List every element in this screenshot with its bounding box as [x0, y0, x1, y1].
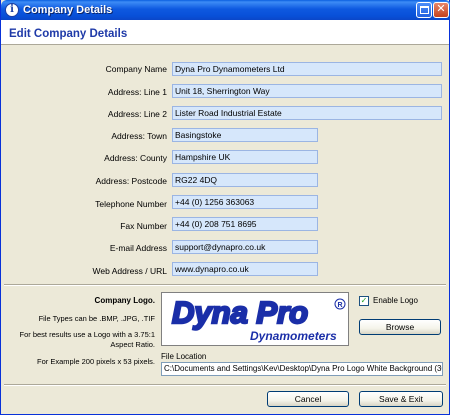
- address-postcode-label: Address: Postcode: [95, 176, 167, 186]
- web-address-field[interactable]: www.dynapro.co.uk: [172, 262, 318, 276]
- web-address-label: Web Address / URL: [92, 266, 168, 276]
- address-line1-field[interactable]: Unit 18, Sherrington Way: [172, 84, 442, 98]
- address-county-label: Address: County: [104, 153, 167, 163]
- save-exit-button[interactable]: Save & Exit: [359, 391, 443, 407]
- address-town-label: Address: Town: [111, 131, 167, 141]
- company-details-window: i Company Details ✕ Edit Company Details…: [0, 0, 450, 415]
- logo-main-text: Dyna Pro: [172, 295, 308, 330]
- maximize-button[interactable]: [416, 2, 432, 18]
- file-location-label: File Location: [161, 352, 207, 361]
- file-types-text: File Types can be .BMP, .JPG, .TIF: [38, 314, 155, 323]
- enable-logo-checkbox[interactable]: ✓: [359, 296, 369, 306]
- page-title: Edit Company Details: [9, 28, 128, 40]
- address-town-field[interactable]: Basingstoke: [172, 128, 318, 142]
- example-size-text: For Example 200 pixels x 53 pixels.: [37, 357, 155, 366]
- company-logo-heading: Company Logo.: [94, 296, 155, 305]
- address-county-field[interactable]: Hampshire UK: [172, 150, 318, 164]
- close-button[interactable]: ✕: [433, 2, 449, 18]
- dyna-pro-logo: Dyna Pro Dyna Pro R Dynamometers: [171, 294, 346, 343]
- registered-mark-letter: R: [338, 302, 343, 309]
- company-name-field[interactable]: Dyna Pro Dynamometers Ltd: [172, 62, 442, 76]
- logo-sub-text: Dynamometers: [250, 329, 337, 343]
- address-line2-label: Address: Line 2: [107, 109, 167, 119]
- best-results-text-1: For best results use a Logo with a 3.75:…: [19, 330, 156, 339]
- address-line1-label: Address: Line 1: [107, 87, 167, 97]
- address-postcode-field[interactable]: RG22 4DQ: [172, 173, 318, 187]
- maximize-icon: [420, 6, 429, 14]
- email-label: E-mail Address: [109, 243, 167, 253]
- close-icon: ✕: [436, 3, 446, 15]
- footer-divider: [4, 384, 446, 386]
- header-panel: Edit Company Details: [1, 20, 449, 45]
- section-divider: [4, 284, 446, 286]
- company-logo-preview: Dyna Pro Dyna Pro R Dynamometers: [161, 292, 349, 346]
- fax-field[interactable]: +44 (0) 208 751 8695: [172, 217, 318, 231]
- best-results-text-2: Aspect Ratio.: [110, 340, 155, 349]
- telephone-label: Telephone Number: [95, 199, 167, 209]
- browse-button[interactable]: Browse: [359, 319, 441, 335]
- email-field[interactable]: support@dynapro.co.uk: [172, 240, 318, 254]
- cancel-button[interactable]: Cancel: [267, 391, 349, 407]
- file-location-field[interactable]: C:\Documents and Settings\Kev\Desktop\Dy…: [161, 362, 443, 376]
- info-icon: i: [5, 3, 19, 17]
- telephone-field[interactable]: +44 (0) 1256 363063: [172, 195, 318, 209]
- window-title: Company Details: [23, 4, 113, 16]
- address-line2-field[interactable]: Lister Road Industrial Estate: [172, 106, 442, 120]
- fax-label: Fax Number: [120, 221, 167, 231]
- title-bar[interactable]: i Company Details ✕: [1, 0, 450, 20]
- checkmark-icon: ✓: [360, 296, 368, 305]
- enable-logo-label[interactable]: Enable Logo: [373, 296, 418, 306]
- company-name-label: Company Name: [105, 64, 167, 74]
